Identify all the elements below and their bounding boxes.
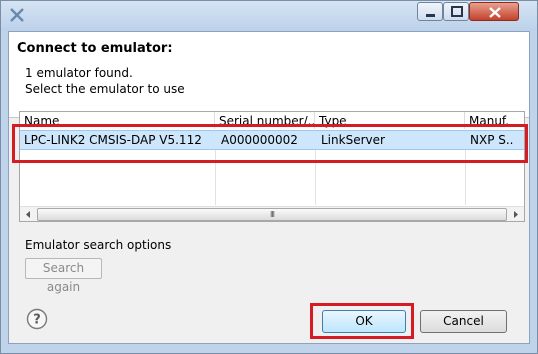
column-header-serial[interactable]: Serial number/... [215,112,315,129]
maximize-button[interactable] [443,2,469,21]
close-icon [489,7,501,18]
scroll-thumb-grip: III [269,210,275,219]
minimize-icon [426,14,435,17]
minimize-button[interactable] [417,2,443,21]
dialog-client: Connect to emulator: 1 emulator found. S… [8,31,530,344]
column-header-type[interactable]: Type [315,112,465,129]
column-header-name[interactable]: Name [20,112,215,129]
cell-name: LPC-LINK2 CMSIS-DAP V5.112 [24,133,202,147]
help-icon[interactable]: ? [26,308,48,330]
horizontal-scrollbar[interactable]: III [20,206,524,222]
help-glyph: ? [33,313,41,328]
cancel-button[interactable]: Cancel [420,310,507,333]
search-again-button[interactable]: Search again [25,258,102,294]
cell-manufacturer: NXP S.. [470,133,514,147]
scroll-thumb[interactable]: III [37,208,507,221]
cell-type: LinkServer [321,133,385,147]
maximize-icon [451,6,463,17]
close-button[interactable] [469,2,519,21]
column-header-manufacturer[interactable]: Manuf. [465,112,524,129]
emulators-found-text: 1 emulator found. [25,66,133,80]
column-divider [465,150,466,205]
dialog-heading: Connect to emulator: [17,41,173,56]
cell-serial: A000000002 [221,133,298,147]
search-options-label: Emulator search options [25,238,172,252]
scroll-left-arrow-icon[interactable] [20,207,36,222]
scroll-right-arrow-icon[interactable] [508,207,524,222]
select-emulator-text: Select the emulator to use [25,82,185,96]
column-divider [315,150,316,205]
dialog-header: Connect to emulator: 1 emulator found. S… [9,32,529,118]
column-divider [215,150,216,205]
emulator-table: Name Serial number/... Type Manuf. LPC-L… [19,111,525,222]
search-options-group: Emulator search options Search again [19,229,525,294]
eclipse-x-icon [10,8,24,22]
dialog-window: Connect to emulator: 1 emulator found. S… [0,0,538,354]
title-bar[interactable] [1,1,537,31]
ok-button[interactable]: OK [322,310,406,333]
